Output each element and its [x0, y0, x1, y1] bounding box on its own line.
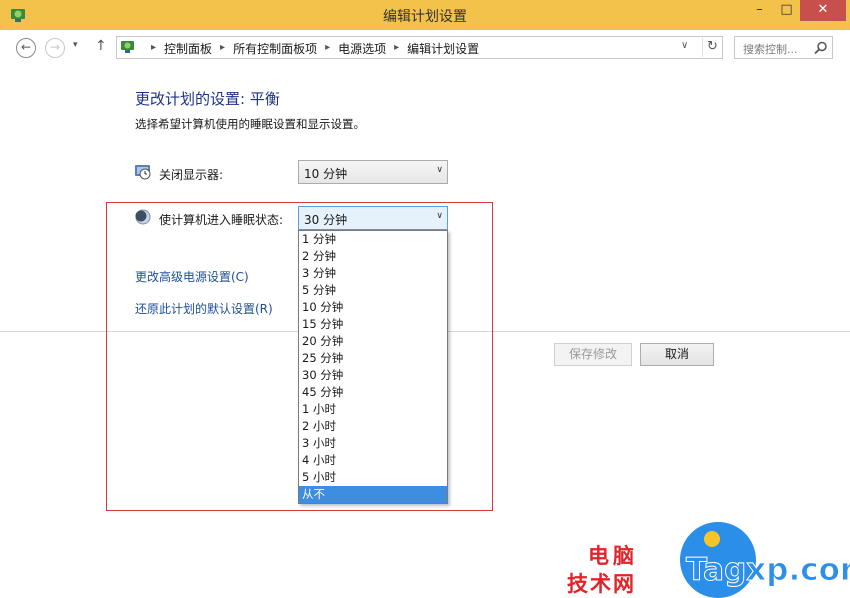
- chevron-down-icon: ∨: [436, 165, 443, 175]
- close-button[interactable]: ✕: [800, 0, 846, 21]
- recent-locations-icon[interactable]: ▾: [73, 40, 78, 50]
- address-bar[interactable]: ▸ 控制面板 ▸ 所有控制面板项 ▸ 电源选项 ▸ 编辑计划设置 ∨ ↻: [116, 36, 723, 59]
- option-2-hours[interactable]: 2 小时: [299, 418, 447, 435]
- watermark-text-line2: 技术网: [567, 572, 636, 596]
- option-3-min[interactable]: 3 分钟: [299, 265, 447, 282]
- up-button[interactable]: ↑: [95, 38, 107, 54]
- monitor-clock-icon: [135, 165, 151, 180]
- breadcrumb-all-items[interactable]: 所有控制面板项: [233, 40, 317, 57]
- option-4-hours[interactable]: 4 小时: [299, 452, 447, 469]
- option-45-min[interactable]: 45 分钟: [299, 384, 447, 401]
- control-panel-icon: [121, 41, 134, 53]
- option-1-min[interactable]: 1 分钟: [299, 231, 447, 248]
- window-title: 编辑计划设置: [383, 9, 467, 25]
- title-bar: 编辑计划设置 – □ ✕: [0, 0, 850, 30]
- option-30-min[interactable]: 30 分钟: [299, 367, 447, 384]
- breadcrumb-edit-plan[interactable]: 编辑计划设置: [407, 40, 479, 57]
- display-off-select[interactable]: 10 分钟 ∨: [298, 160, 448, 184]
- breadcrumb: ▸ 控制面板 ▸ 所有控制面板项 ▸ 电源选项 ▸ 编辑计划设置: [143, 40, 479, 57]
- display-off-value: 10 分钟: [304, 167, 348, 181]
- address-dropdown-icon[interactable]: ∨: [681, 40, 688, 51]
- option-10-min[interactable]: 10 分钟: [299, 299, 447, 316]
- option-20-min[interactable]: 20 分钟: [299, 333, 447, 350]
- chevron-right-icon[interactable]: ▸: [220, 40, 225, 57]
- maximize-button[interactable]: □: [773, 0, 800, 21]
- watermark-brand: Tagxp.com: [685, 552, 850, 589]
- search-input[interactable]: 搜索控制...: [734, 36, 833, 59]
- option-2-min[interactable]: 2 分钟: [299, 248, 447, 265]
- save-button[interactable]: 保存修改: [554, 343, 632, 366]
- navigation-bar: ← → ▾ ↑ ▸ 控制面板 ▸ 所有控制面板项 ▸ 电源选项 ▸ 编辑计划设置…: [0, 30, 850, 64]
- option-15-min[interactable]: 15 分钟: [299, 316, 447, 333]
- search-icon: [814, 41, 827, 55]
- display-off-label: 关闭显示器:: [159, 168, 224, 182]
- back-button[interactable]: ←: [16, 38, 36, 58]
- minimize-button[interactable]: –: [746, 0, 773, 21]
- page-title: 更改计划的设置: 平衡: [135, 90, 280, 108]
- refresh-button[interactable]: ↻: [702, 38, 722, 57]
- breadcrumb-control-panel[interactable]: 控制面板: [164, 40, 212, 57]
- option-3-hours[interactable]: 3 小时: [299, 435, 447, 452]
- breadcrumb-power-options[interactable]: 电源选项: [338, 40, 386, 57]
- watermark-logo-dot: [704, 531, 720, 547]
- option-1-hour[interactable]: 1 小时: [299, 401, 447, 418]
- option-5-hours[interactable]: 5 小时: [299, 469, 447, 486]
- option-25-min[interactable]: 25 分钟: [299, 350, 447, 367]
- option-5-min[interactable]: 5 分钟: [299, 282, 447, 299]
- option-never[interactable]: 从不: [299, 486, 447, 503]
- chevron-right-icon[interactable]: ▸: [325, 40, 330, 57]
- search-placeholder: 搜索控制...: [743, 43, 798, 56]
- cancel-button[interactable]: 取消: [640, 343, 714, 366]
- watermark-text-line1: 电脑: [588, 544, 638, 568]
- forward-button[interactable]: →: [45, 38, 65, 58]
- chevron-right-icon: ▸: [151, 42, 157, 53]
- chevron-right-icon[interactable]: ▸: [394, 40, 399, 57]
- sleep-options-list[interactable]: 1 分钟 2 分钟 3 分钟 5 分钟 10 分钟 15 分钟 20 分钟 25…: [298, 230, 448, 504]
- page-description: 选择希望计算机使用的睡眠设置和显示设置。: [135, 117, 365, 131]
